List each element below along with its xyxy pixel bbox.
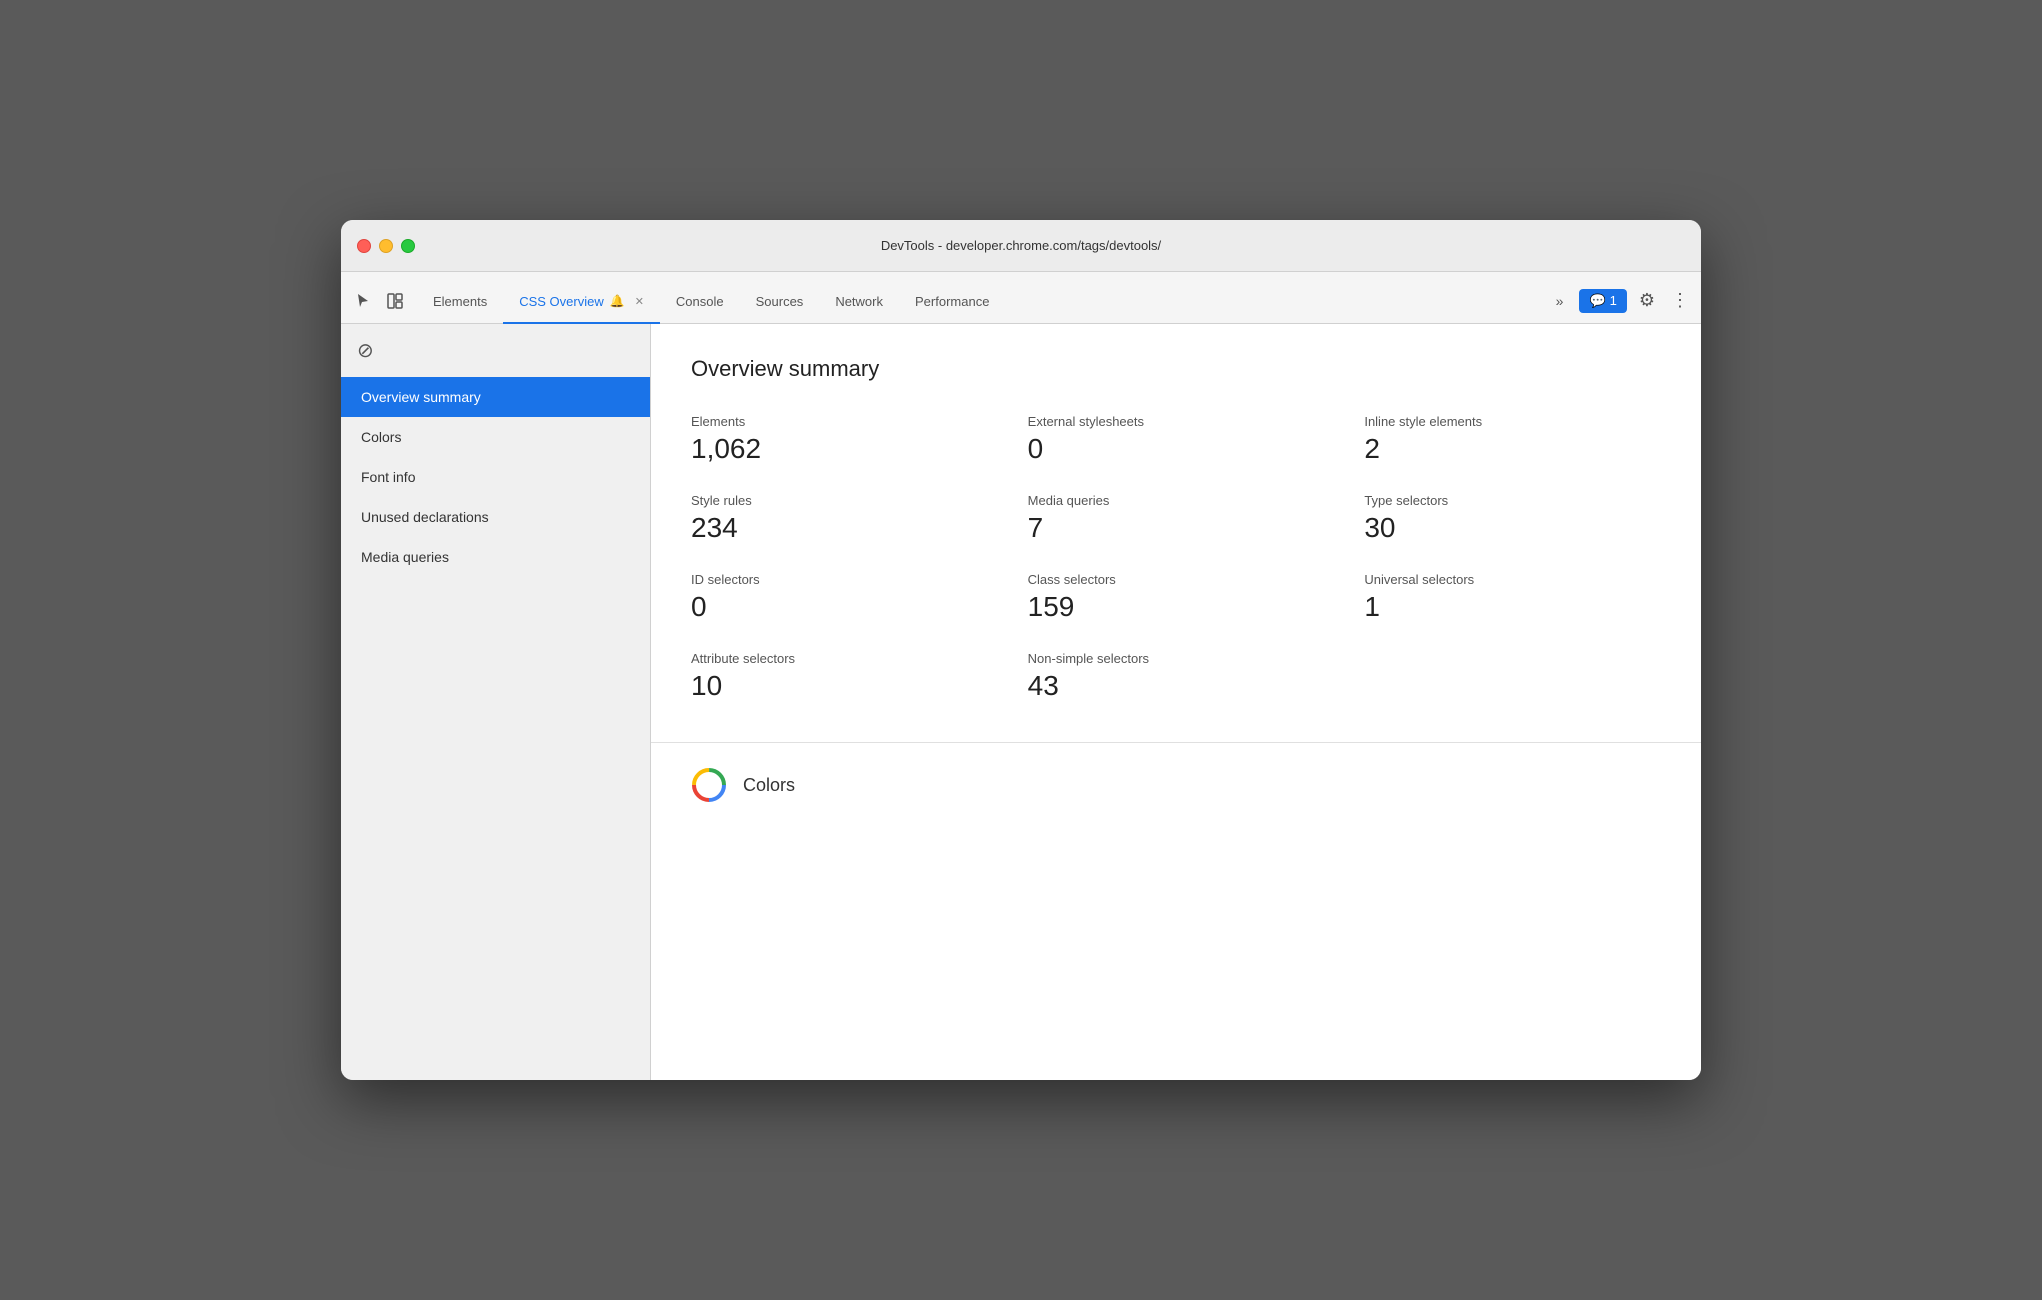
stat-attribute-selectors-value: 10	[691, 670, 988, 702]
stat-external-stylesheets-label: External stylesheets	[1028, 414, 1325, 429]
stat-style-rules-value: 234	[691, 512, 988, 544]
stat-external-stylesheets-value: 0	[1028, 433, 1325, 465]
tab-sources[interactable]: Sources	[740, 280, 820, 324]
overview-summary-section: Overview summary Elements 1,062 External…	[651, 324, 1701, 743]
sidebar-item-unused-declarations[interactable]: Unused declarations	[341, 497, 650, 537]
stat-universal-selectors-value: 1	[1364, 591, 1661, 623]
stat-elements-label: Elements	[691, 414, 988, 429]
stat-class-selectors-value: 159	[1028, 591, 1325, 623]
tab-bar-actions	[349, 287, 409, 323]
stat-type-selectors: Type selectors 30	[1364, 493, 1661, 544]
close-button[interactable]	[357, 239, 371, 253]
stat-universal-selectors-label: Universal selectors	[1364, 572, 1661, 587]
sidebar: ⊘ Overview summary Colors Font info Unus…	[341, 324, 651, 1080]
stat-class-selectors: Class selectors 159	[1028, 572, 1325, 623]
notification-button[interactable]: 💬 1	[1579, 289, 1626, 313]
stat-class-selectors-label: Class selectors	[1028, 572, 1325, 587]
tab-console[interactable]: Console	[660, 280, 740, 324]
stat-media-queries-value: 7	[1028, 512, 1325, 544]
traffic-lights	[357, 239, 415, 253]
title-bar: DevTools - developer.chrome.com/tags/dev…	[341, 220, 1701, 272]
sidebar-item-media-queries[interactable]: Media queries	[341, 537, 650, 577]
cursor-icon[interactable]	[349, 287, 377, 315]
tab-bar-right: » 💬 1 ⚙ ⋮	[1548, 286, 1693, 323]
stat-style-rules-label: Style rules	[691, 493, 988, 508]
stat-non-simple-selectors-label: Non-simple selectors	[1028, 651, 1325, 666]
stat-non-simple-selectors-value: 43	[1028, 670, 1325, 702]
tab-bar: Elements CSS Overview 🔔 ✕ Console Source…	[341, 272, 1701, 324]
settings-button[interactable]: ⚙	[1635, 286, 1659, 315]
tabs: Elements CSS Overview 🔔 ✕ Console Source…	[417, 280, 1548, 323]
colors-ring-icon	[691, 767, 727, 803]
devtools-window: DevTools - developer.chrome.com/tags/dev…	[341, 220, 1701, 1080]
stat-id-selectors-value: 0	[691, 591, 988, 623]
stat-id-selectors-label: ID selectors	[691, 572, 988, 587]
tab-elements[interactable]: Elements	[417, 280, 503, 324]
stat-universal-selectors: Universal selectors 1	[1364, 572, 1661, 623]
minimize-button[interactable]	[379, 239, 393, 253]
stat-attribute-selectors: Attribute selectors 10	[691, 651, 988, 702]
stat-inline-style-elements: Inline style elements 2	[1364, 414, 1661, 465]
stat-elements: Elements 1,062	[691, 414, 988, 465]
tab-network[interactable]: Network	[819, 280, 899, 324]
sidebar-item-colors[interactable]: Colors	[341, 417, 650, 457]
sidebar-header: ⊘	[341, 324, 650, 377]
tab-performance[interactable]: Performance	[899, 280, 1005, 324]
stat-external-stylesheets: External stylesheets 0	[1028, 414, 1325, 465]
stat-media-queries-label: Media queries	[1028, 493, 1325, 508]
sidebar-item-overview-summary[interactable]: Overview summary	[341, 377, 650, 417]
chat-icon: 💬	[1589, 293, 1605, 309]
stat-media-queries: Media queries 7	[1028, 493, 1325, 544]
more-options-button[interactable]: ⋮	[1667, 286, 1693, 315]
inspect-icon[interactable]	[381, 287, 409, 315]
stat-type-selectors-label: Type selectors	[1364, 493, 1661, 508]
stat-id-selectors: ID selectors 0	[691, 572, 988, 623]
stat-non-simple-selectors: Non-simple selectors 43	[1028, 651, 1325, 702]
tab-css-overview[interactable]: CSS Overview 🔔 ✕	[503, 280, 660, 324]
stats-grid: Elements 1,062 External stylesheets 0 In…	[691, 414, 1661, 702]
colors-section-title: Colors	[743, 775, 795, 796]
stat-type-selectors-value: 30	[1364, 512, 1661, 544]
stat-inline-style-elements-label: Inline style elements	[1364, 414, 1661, 429]
block-icon: ⊘	[357, 338, 374, 363]
main-content: ⊘ Overview summary Colors Font info Unus…	[341, 324, 1701, 1080]
window-title: DevTools - developer.chrome.com/tags/dev…	[357, 238, 1685, 253]
bell-icon: 🔔	[610, 294, 625, 308]
sidebar-item-font-info[interactable]: Font info	[341, 457, 650, 497]
content-panel[interactable]: Overview summary Elements 1,062 External…	[651, 324, 1701, 1080]
overview-summary-title: Overview summary	[691, 356, 1661, 382]
stat-style-rules: Style rules 234	[691, 493, 988, 544]
more-tabs-button[interactable]: »	[1548, 289, 1572, 313]
maximize-button[interactable]	[401, 239, 415, 253]
sidebar-nav: Overview summary Colors Font info Unused…	[341, 377, 650, 577]
stat-elements-value: 1,062	[691, 433, 988, 465]
stat-inline-style-elements-value: 2	[1364, 433, 1661, 465]
colors-section: Colors	[651, 743, 1701, 827]
tab-close-icon[interactable]: ✕	[635, 295, 644, 308]
stat-attribute-selectors-label: Attribute selectors	[691, 651, 988, 666]
stat-placeholder	[1364, 651, 1661, 702]
